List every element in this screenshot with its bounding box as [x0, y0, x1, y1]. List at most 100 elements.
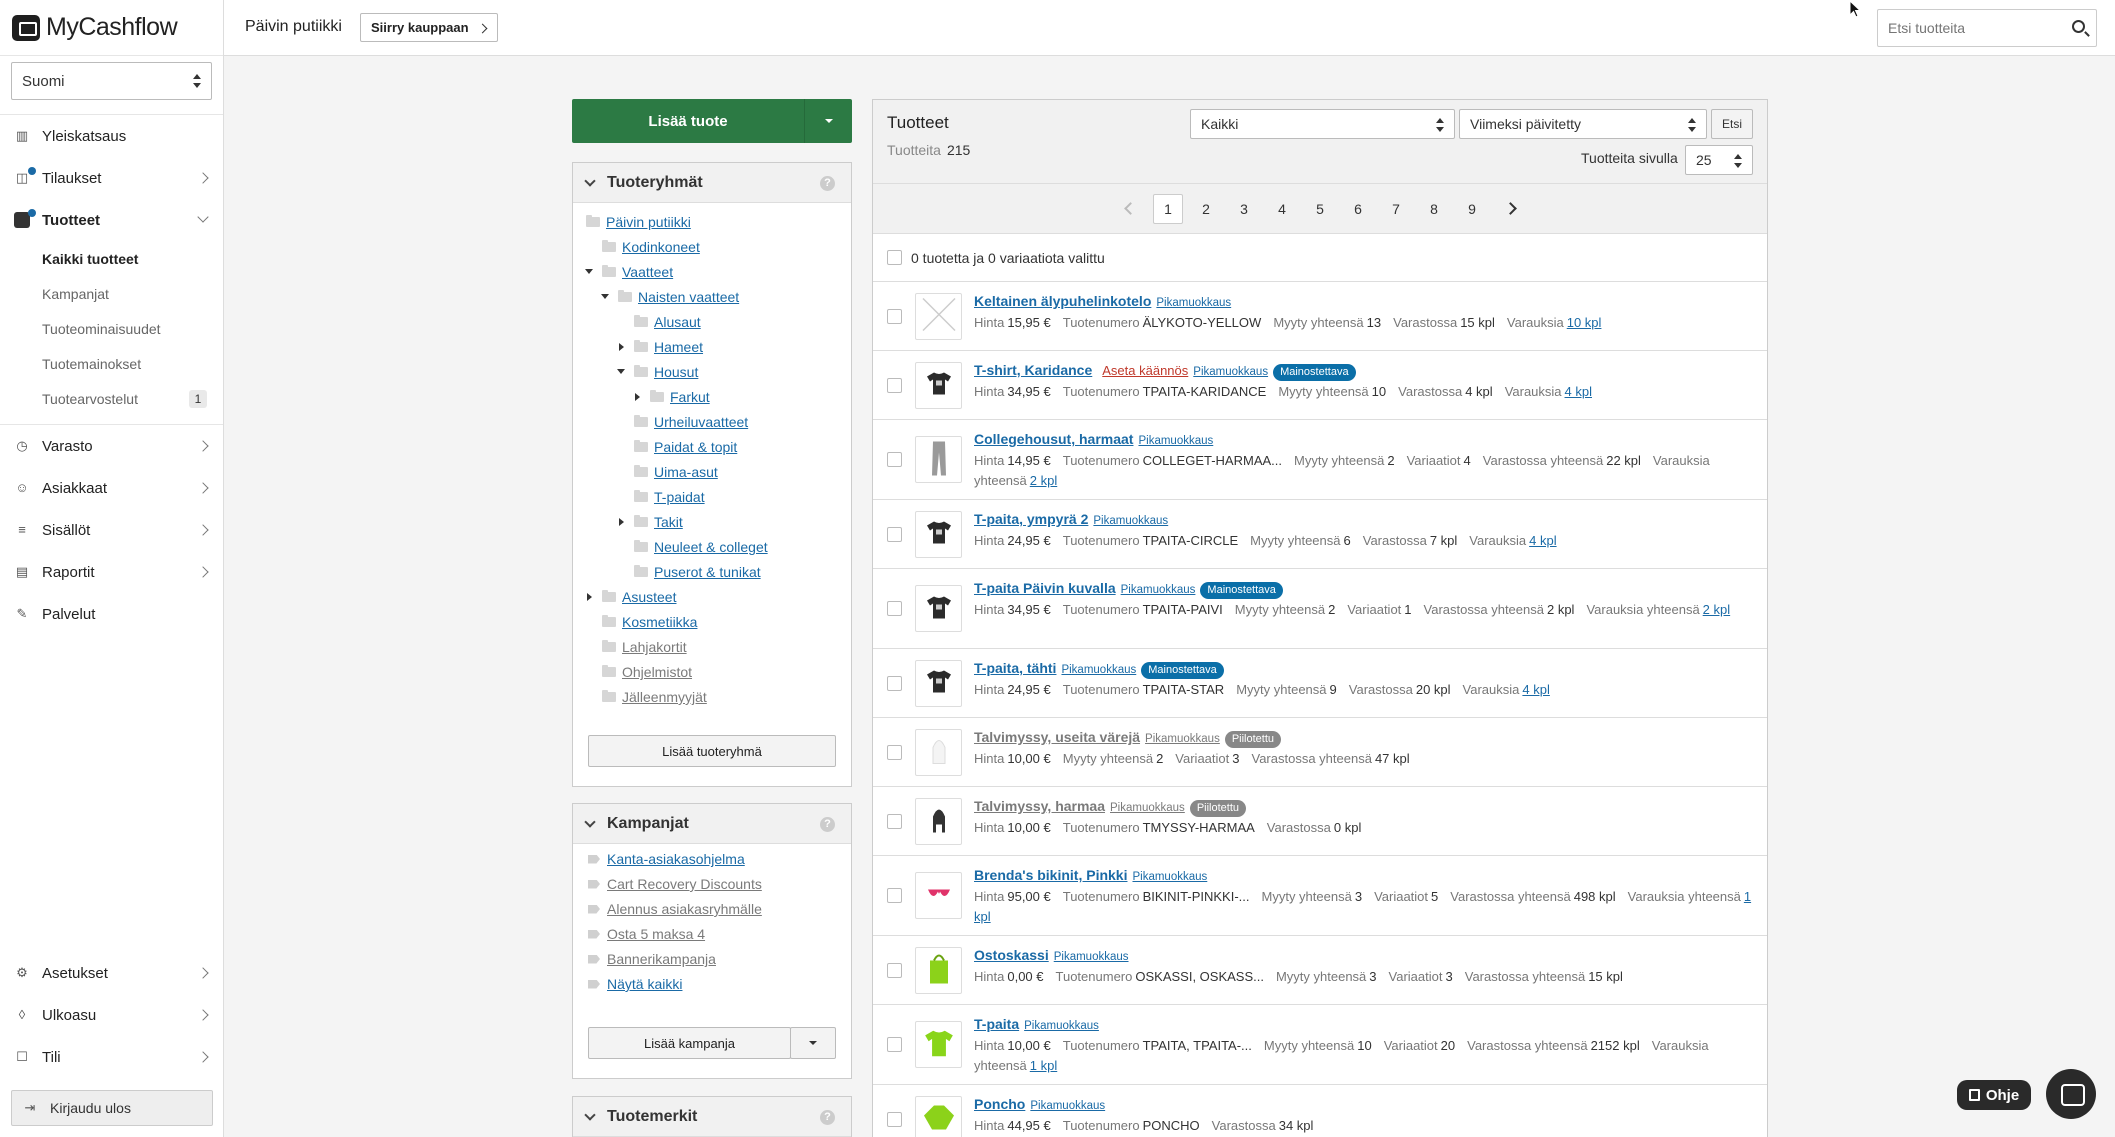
product-thumbnail[interactable] — [915, 797, 962, 845]
product-thumbnail[interactable] — [915, 436, 962, 483]
language-select[interactable]: Suomi — [11, 62, 212, 100]
search-icon[interactable] — [2072, 20, 2085, 33]
reservations-link[interactable]: 4 kpl — [1565, 384, 1592, 399]
expand-down-icon[interactable] — [585, 269, 593, 278]
quick-edit-link[interactable]: Pikamuokkaus — [1093, 515, 1168, 527]
product-thumbnail[interactable] — [915, 946, 962, 994]
quick-edit-link[interactable]: Pikamuokkaus — [1156, 297, 1231, 309]
group-item[interactable]: Hameet — [619, 337, 703, 357]
product-thumbnail[interactable] — [915, 292, 962, 340]
campaign-item[interactable]: Kanta-asiakasohjelma — [588, 849, 745, 869]
group-item[interactable]: Päivin putiikki — [586, 212, 691, 232]
campaigns-header[interactable]: Kampanjat ? — [573, 804, 851, 844]
sub-item-tuoteominaisuudet[interactable]: Tuoteominaisuudet — [0, 311, 223, 346]
group-item[interactable]: Lahjakortit — [602, 637, 687, 657]
add-campaign-button[interactable]: Lisää kampanja — [588, 1027, 791, 1059]
quick-edit-link[interactable]: Pikamuokkaus — [1110, 802, 1185, 814]
reservations-link[interactable]: 4 kpl — [1522, 682, 1549, 697]
product-thumbnail[interactable] — [915, 585, 962, 632]
product-name-link[interactable]: Poncho — [974, 1096, 1025, 1112]
row-checkbox[interactable] — [887, 601, 902, 616]
page-button[interactable]: 9 — [1457, 194, 1487, 224]
group-item[interactable]: Takit — [619, 512, 683, 532]
logo[interactable]: MyCashflow — [0, 0, 223, 56]
reservations-link[interactable]: 1 kpl — [1030, 1058, 1057, 1073]
row-checkbox[interactable] — [887, 526, 902, 542]
product-thumbnail[interactable] — [915, 659, 962, 707]
expand-right-icon[interactable] — [619, 343, 628, 351]
expand-right-icon[interactable] — [587, 593, 596, 601]
nav-item-tilaukset[interactable]: ◫ Tilaukset — [0, 157, 223, 199]
nav-item-tili[interactable]: ☐ Tili — [0, 1036, 223, 1078]
product-name-link[interactable]: Talvimyssy, harmaa — [974, 798, 1105, 814]
product-name-link[interactable]: T-paita Päivin kuvalla — [974, 580, 1116, 596]
product-name-link[interactable]: Collegehousut, harmaat — [974, 431, 1133, 447]
sub-item-tuotearvostelut[interactable]: Tuotearvostelut 1 — [0, 381, 223, 416]
quick-edit-link[interactable]: Pikamuokkaus — [1121, 584, 1196, 596]
group-item[interactable]: T-paidat — [634, 487, 705, 507]
campaign-item[interactable]: Alennus asiakasryhmälle — [588, 899, 762, 919]
set-translations-link[interactable]: Aseta käännös — [1102, 363, 1188, 378]
product-name-link[interactable]: Brenda's bikinit, Pinkki — [974, 867, 1127, 883]
reservations-link[interactable]: 4 kpl — [1529, 533, 1556, 548]
group-item[interactable]: Puserot & tunikat — [634, 562, 761, 582]
product-name-link[interactable]: Ostoskassi — [974, 947, 1049, 963]
page-button[interactable]: 2 — [1191, 194, 1221, 224]
reservations-link[interactable]: 2 kpl — [1703, 602, 1730, 617]
expand-down-icon[interactable] — [601, 294, 609, 303]
row-checkbox[interactable] — [887, 377, 902, 393]
search-input[interactable] — [1878, 10, 2058, 46]
nav-item-tuotteet[interactable]: Tuotteet — [0, 199, 223, 241]
quick-edit-link[interactable]: Pikamuokkaus — [1030, 1100, 1105, 1112]
reservations-link[interactable]: 2 kpl — [1030, 473, 1057, 488]
add-campaign-dropdown[interactable] — [790, 1027, 836, 1059]
help-icon[interactable]: ? — [820, 1110, 835, 1125]
row-checkbox[interactable] — [887, 452, 902, 467]
add-product-dropdown[interactable] — [804, 99, 852, 143]
row-checkbox[interactable] — [887, 962, 902, 978]
sort-select[interactable]: Viimeksi päivitetty — [1459, 109, 1707, 139]
quick-edit-link[interactable]: Pikamuokkaus — [1061, 664, 1136, 676]
sub-item-tuotemainokset[interactable]: Tuotemainokset — [0, 346, 223, 381]
nav-item-sisallot[interactable]: ≡ Sisällöt — [0, 509, 223, 551]
quick-edit-link[interactable]: Pikamuokkaus — [1193, 366, 1268, 378]
group-item[interactable]: Farkut — [635, 387, 710, 407]
sub-item-kampanjat[interactable]: Kampanjat — [0, 276, 223, 311]
row-checkbox[interactable] — [887, 1111, 902, 1127]
expand-right-icon[interactable] — [635, 393, 644, 401]
goto-shop-button[interactable]: Siirry kauppaan — [360, 13, 498, 42]
quick-edit-link[interactable]: Pikamuokkaus — [1024, 1020, 1099, 1032]
product-name-link[interactable]: Keltainen älypuhelinkotelo — [974, 293, 1151, 309]
campaign-item[interactable]: Osta 5 maksa 4 — [588, 924, 705, 944]
add-group-button[interactable]: Lisää tuoteryhmä — [588, 735, 836, 767]
group-item[interactable]: Housut — [617, 362, 698, 382]
nav-item-raportit[interactable]: ▤ Raportit — [0, 551, 223, 593]
reservations-link[interactable]: 10 kpl — [1567, 315, 1602, 330]
product-thumbnail[interactable] — [915, 361, 962, 409]
page-button[interactable]: 3 — [1229, 194, 1259, 224]
page-button[interactable]: 1 — [1153, 193, 1183, 224]
group-item[interactable]: Kosmetiikka — [602, 612, 697, 632]
campaign-item[interactable]: Bannerikampanja — [588, 949, 716, 969]
per-page-select[interactable]: 25 — [1685, 145, 1753, 175]
row-checkbox[interactable] — [887, 1037, 902, 1052]
group-item[interactable]: Naisten vaatteet — [601, 287, 739, 307]
product-name-link[interactable]: Talvimyssy, useita värejä — [974, 729, 1140, 745]
logout-button[interactable]: ⇥ Kirjaudu ulos — [11, 1090, 213, 1126]
row-checkbox[interactable] — [887, 308, 902, 324]
product-name-link[interactable]: T-shirt, Karidance — [974, 362, 1092, 378]
row-checkbox[interactable] — [887, 888, 902, 903]
product-name-link[interactable]: T-paita, ympyrä 2 — [974, 511, 1088, 527]
group-item[interactable]: Uima-asut — [634, 462, 718, 482]
row-checkbox[interactable] — [887, 675, 902, 691]
nav-item-asetukset[interactable]: ⚙ Asetukset — [0, 952, 223, 994]
group-item[interactable]: Neuleet & colleget — [634, 537, 768, 557]
quick-edit-link[interactable]: Pikamuokkaus — [1138, 435, 1213, 447]
nav-item-asiakkaat[interactable]: ☺ Asiakkaat — [0, 467, 223, 509]
product-thumbnail[interactable] — [915, 1021, 962, 1068]
product-name-link[interactable]: T-paita — [974, 1016, 1019, 1032]
product-name-link[interactable]: T-paita, tähti — [974, 660, 1056, 676]
prev-page-button[interactable] — [1115, 194, 1145, 224]
product-thumbnail[interactable] — [915, 728, 962, 776]
product-thumbnail[interactable] — [915, 510, 962, 558]
